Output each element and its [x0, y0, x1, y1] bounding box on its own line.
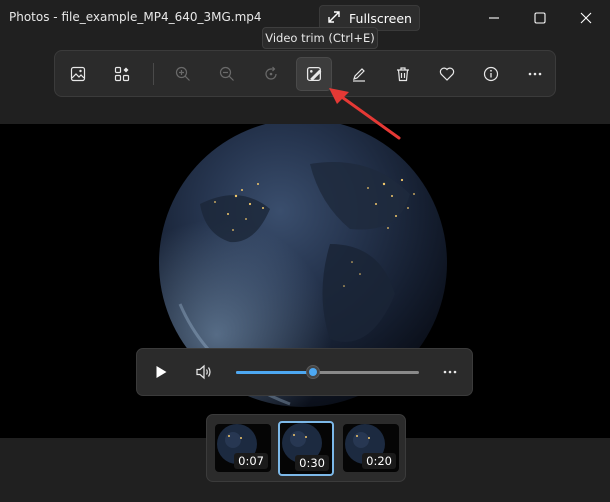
play-button[interactable]: [147, 358, 175, 386]
filmstrip-item[interactable]: 0:20: [343, 424, 399, 472]
more-options-button[interactable]: [521, 60, 549, 88]
more-icon: [443, 370, 457, 374]
filmstrip-item-selected[interactable]: 0:30: [278, 421, 334, 476]
video-trim-icon: [306, 66, 321, 81]
toolbar-separator: [153, 63, 154, 85]
seek-progress: [236, 371, 313, 374]
gallery-icon: [114, 66, 130, 82]
minimize-button[interactable]: [482, 6, 506, 30]
minimize-icon: [489, 17, 499, 19]
top-toolbar: [54, 50, 556, 97]
favorite-icon: [439, 67, 455, 81]
duration-badge: 0:07: [234, 453, 268, 469]
info-button[interactable]: [477, 60, 505, 88]
volume-button[interactable]: [190, 358, 218, 386]
duration-badge: 0:20: [362, 453, 396, 469]
draw-icon: [353, 68, 365, 82]
fullscreen-label: Fullscreen: [349, 10, 412, 26]
zoom-out-button[interactable]: [213, 60, 241, 88]
close-button[interactable]: [574, 6, 598, 30]
annotation-arrow: [329, 88, 401, 140]
rotate-icon: [265, 66, 277, 80]
seek-thumb[interactable]: [305, 365, 320, 379]
fullscreen-icon: [327, 10, 341, 27]
favorite-button[interactable]: [433, 60, 461, 88]
rotate-button[interactable]: [257, 60, 285, 88]
zoom-in-icon: [175, 66, 190, 81]
volume-icon: [196, 364, 211, 380]
video-trim-tooltip: Video trim (Ctrl+E): [262, 27, 378, 49]
filmstrip: 0:07 0:30 0:20: [206, 414, 406, 482]
delete-icon: [397, 67, 409, 82]
zoom-out-icon: [219, 66, 234, 81]
view-image-button[interactable]: [64, 60, 92, 88]
window-title: Photos - file_example_MP4_640_3MG.mp4: [9, 10, 262, 24]
maximize-icon: [534, 12, 546, 24]
image-icon: [70, 66, 86, 82]
duration-badge: 0:30: [295, 455, 329, 471]
photos-window: Photos - file_example_MP4_640_3MG.mp4 Fu…: [0, 0, 610, 502]
zoom-in-button[interactable]: [169, 60, 197, 88]
maximize-button[interactable]: [528, 6, 552, 30]
playback-controls: [136, 348, 473, 396]
more-icon: [528, 72, 542, 76]
playback-more-button[interactable]: [436, 358, 464, 386]
play-icon: [156, 366, 167, 378]
close-icon: [580, 12, 592, 24]
filmstrip-item[interactable]: 0:07: [215, 424, 271, 472]
gallery-button[interactable]: [108, 60, 136, 88]
info-icon: [483, 66, 499, 82]
seek-bar[interactable]: [236, 365, 419, 379]
